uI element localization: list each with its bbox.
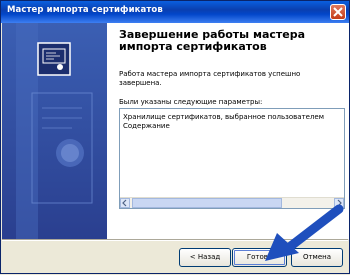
back-button[interactable]: < Назад: [179, 248, 231, 267]
params-label: Были указаны следующие параметры:: [119, 98, 263, 106]
certificate-import-wizard-window: Мастер импорта сертификатов Завершение р…: [0, 0, 350, 274]
title-bar[interactable]: Мастер импорта сертификатов: [1, 1, 349, 23]
chevron-left-icon: [122, 199, 127, 207]
window-title: Мастер импорта сертификатов: [7, 5, 163, 15]
page-heading: Завершение работы мастера импорта сертиф…: [119, 28, 306, 53]
close-icon: [333, 7, 343, 17]
scroll-right-button[interactable]: [334, 198, 344, 208]
params-listbox[interactable]: Хранилище сертификатов, выбранное пользо…: [119, 108, 345, 209]
certificate-wizard-graphic: [2, 23, 107, 239]
scroll-left-button[interactable]: [120, 198, 130, 208]
wizard-side-panel: [2, 23, 107, 239]
list-item: Хранилище сертификатов, выбранное пользо…: [123, 113, 325, 121]
close-button[interactable]: [330, 4, 346, 20]
wizard-content: Завершение работы мастера импорта сертиф…: [107, 23, 349, 239]
chevron-right-icon: [337, 199, 342, 207]
scroll-thumb[interactable]: [132, 198, 282, 208]
list-item: Содержание: [123, 122, 170, 130]
horizontal-scrollbar[interactable]: [120, 197, 344, 208]
cancel-button[interactable]: Отмена: [291, 248, 343, 267]
finish-button[interactable]: Готово: [232, 248, 287, 267]
completion-description: Работа мастера импорта сертификатов успе…: [119, 70, 301, 87]
button-separator: [2, 239, 348, 241]
